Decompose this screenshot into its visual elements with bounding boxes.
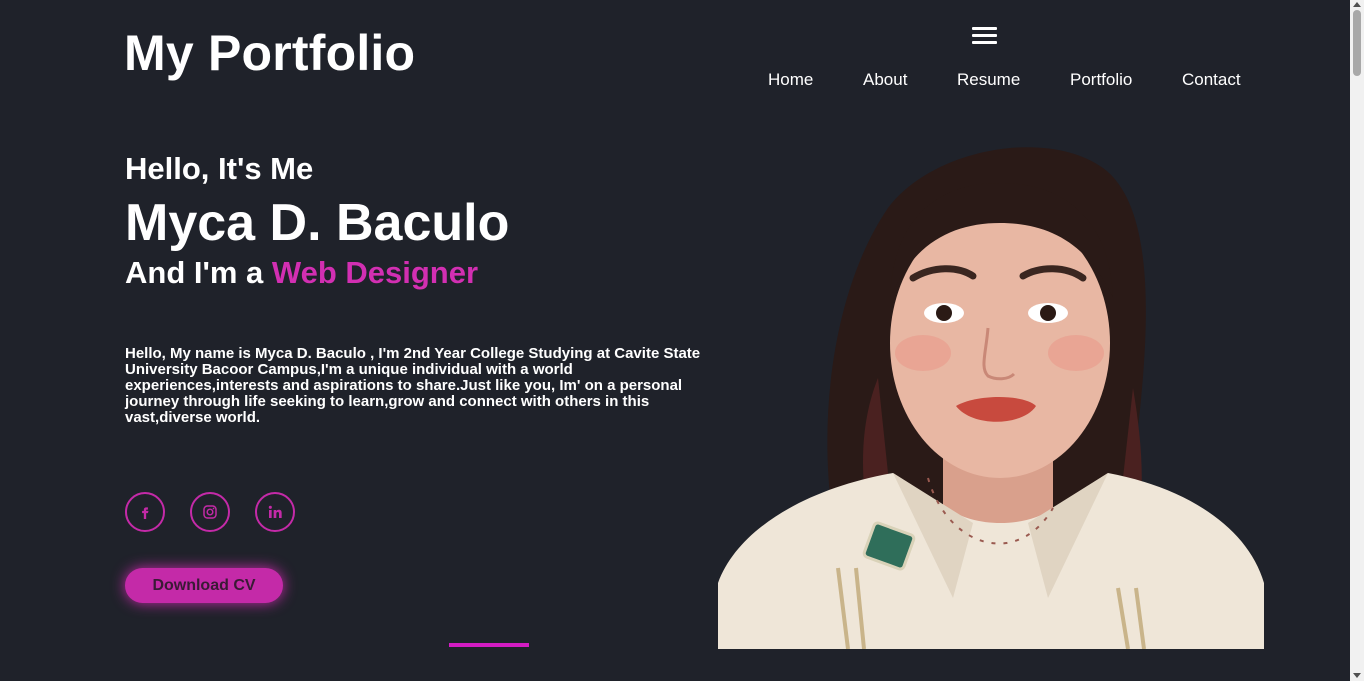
- hero-role: And I'm a Web Designer: [125, 255, 478, 291]
- hamburger-menu-icon[interactable]: [972, 27, 997, 46]
- hero-name: Myca D. Baculo: [125, 194, 510, 252]
- nav-home[interactable]: Home: [768, 70, 813, 90]
- scroll-up-icon[interactable]: [1353, 2, 1361, 7]
- hero-role-prefix: And I'm a: [125, 255, 272, 290]
- scroll-down-icon[interactable]: [1353, 673, 1361, 678]
- download-cv-button[interactable]: Download CV: [125, 568, 283, 603]
- scrollbar-thumb[interactable]: [1353, 10, 1361, 76]
- section-divider: [449, 643, 529, 647]
- instagram-icon[interactable]: [190, 492, 230, 532]
- site-logo[interactable]: My Portfolio: [124, 24, 415, 82]
- profile-photo: [718, 128, 1264, 649]
- nav-portfolio[interactable]: Portfolio: [1070, 70, 1132, 90]
- hero-bio: Hello, My name is Myca D. Baculo , I'm 2…: [125, 345, 701, 426]
- nav-resume[interactable]: Resume: [957, 70, 1020, 90]
- page-scrollbar[interactable]: [1350, 0, 1364, 681]
- nav-contact[interactable]: Contact: [1182, 70, 1241, 90]
- nav-about[interactable]: About: [863, 70, 907, 90]
- hero-role-accent: Web Designer: [271, 255, 479, 290]
- linkedin-icon[interactable]: [255, 492, 295, 532]
- hero-greeting: Hello, It's Me: [125, 151, 314, 186]
- facebook-icon[interactable]: [125, 492, 165, 532]
- portfolio-page: My Portfolio Home About Resume Portfolio…: [0, 0, 1364, 681]
